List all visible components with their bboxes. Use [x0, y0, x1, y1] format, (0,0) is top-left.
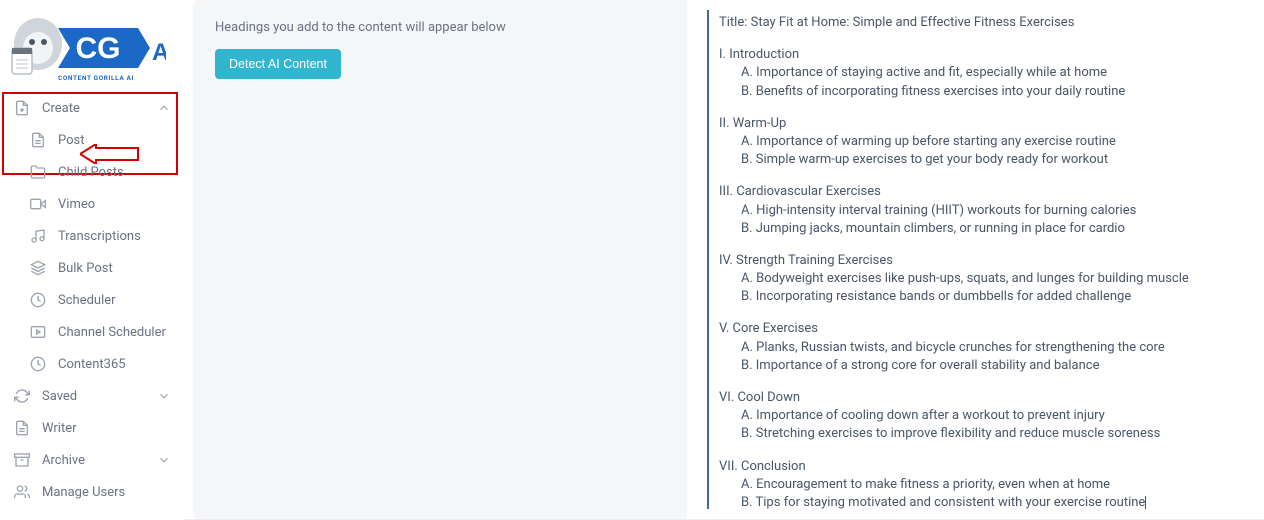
sidebar-item-label: Transcriptions: [58, 229, 171, 244]
sidebar-item-label: Post: [58, 133, 171, 148]
document-icon: [14, 420, 30, 436]
nav-archive[interactable]: Archive: [0, 444, 185, 476]
outline-section: IV. Strength Training ExercisesA. Bodywe…: [719, 252, 1252, 307]
text-cursor: [1145, 496, 1146, 510]
logo: CG AI CONTENT GORILLA AI: [0, 4, 185, 92]
svg-text:AI: AI: [152, 39, 166, 66]
outline-section: V. Core ExercisesA. Planks, Russian twis…: [719, 320, 1252, 375]
outline-section-heading: IV. Strength Training Exercises: [719, 252, 1252, 270]
nav-archive-label: Archive: [42, 453, 157, 468]
outline-section: VI. Cool DownA. Importance of cooling do…: [719, 389, 1252, 444]
chevron-up-icon: [157, 101, 171, 115]
sidebar-item-vimeo[interactable]: Vimeo: [0, 188, 185, 220]
outline-section-heading: I. Introduction: [719, 46, 1252, 64]
outline-subpoint: A. Bodyweight exercises like push-ups, s…: [719, 270, 1252, 288]
app-root: CG AI CONTENT GORILLA AI Create: [0, 0, 1264, 520]
outline-title: Title: Stay Fit at Home: Simple and Effe…: [719, 14, 1252, 32]
outline-section-heading: VI. Cool Down: [719, 389, 1252, 407]
detect-ai-content-button[interactable]: Detect AI Content: [215, 49, 341, 79]
document-icon: [30, 132, 46, 148]
outline-section: II. Warm-UpA. Importance of warming up b…: [719, 115, 1252, 170]
sidebar-item-scheduler[interactable]: Scheduler: [0, 284, 185, 316]
main: Headings you add to the content will app…: [185, 0, 1264, 520]
layers-icon: [30, 260, 46, 276]
nav-create[interactable]: Create: [0, 92, 185, 124]
sidebar-item-label: Child Posts: [58, 165, 171, 180]
sidebar-item-child-posts[interactable]: Child Posts: [0, 156, 185, 188]
svg-text:CG: CG: [76, 32, 121, 65]
sidebar-item-content365[interactable]: Content365: [0, 348, 185, 380]
outline-subpoint: A. Importance of warming up before start…: [719, 133, 1252, 151]
nav-writer[interactable]: Writer: [0, 412, 185, 444]
headings-panel: Headings you add to the content will app…: [193, 0, 687, 519]
nav-section-create: Create Post Child Posts: [0, 92, 185, 380]
users-icon: [14, 484, 30, 500]
logo-svg: CG AI CONTENT GORILLA AI: [6, 8, 166, 90]
nav-saved[interactable]: Saved: [0, 380, 185, 412]
sidebar-item-post[interactable]: Post: [0, 124, 185, 156]
sidebar-item-label: Vimeo: [58, 197, 171, 212]
folder-icon: [30, 164, 46, 180]
sidebar-item-bulk-post[interactable]: Bulk Post: [0, 252, 185, 284]
sidebar-item-transcriptions[interactable]: Transcriptions: [0, 220, 185, 252]
outline-section: III. Cardiovascular ExercisesA. High-int…: [719, 183, 1252, 238]
outline-content: Title: Stay Fit at Home: Simple and Effe…: [707, 10, 1252, 509]
outline-panel: Title: Stay Fit at Home: Simple and Effe…: [687, 0, 1264, 519]
sidebar: CG AI CONTENT GORILLA AI Create: [0, 0, 185, 520]
sidebar-item-label: Scheduler: [58, 293, 171, 308]
music-note-icon: [30, 228, 46, 244]
outline-subpoint: A. Planks, Russian twists, and bicycle c…: [719, 339, 1252, 357]
nav-writer-label: Writer: [42, 421, 171, 436]
outline-subpoint: B. Stretching exercises to improve flexi…: [719, 425, 1252, 443]
video-icon: [30, 196, 46, 212]
nav-manage-users-label: Manage Users: [42, 485, 171, 500]
outline-section: VII. ConclusionA. Encouragement to make …: [719, 458, 1252, 509]
clock-icon: [30, 292, 46, 308]
outline-subpoint: B. Incorporating resistance bands or dum…: [719, 288, 1252, 306]
outline-subpoint: A. Importance of cooling down after a wo…: [719, 407, 1252, 425]
outline-subpoint: B. Simple warm-up exercises to get your …: [719, 151, 1252, 169]
play-square-icon: [30, 324, 46, 340]
sidebar-item-label: Channel Scheduler: [58, 325, 171, 340]
clock-icon: [30, 356, 46, 372]
nav-saved-label: Saved: [42, 389, 157, 404]
sidebar-item-label: Content365: [58, 357, 171, 372]
outline-section-heading: II. Warm-Up: [719, 115, 1252, 133]
outline-section-heading: VII. Conclusion: [719, 458, 1252, 476]
archive-icon: [14, 452, 30, 468]
svg-text:CONTENT GORILLA AI: CONTENT GORILLA AI: [58, 74, 134, 82]
outline-subpoint: B. Jumping jacks, mountain climbers, or …: [719, 220, 1252, 238]
nav-manage-users[interactable]: Manage Users: [0, 476, 185, 508]
refresh-icon: [14, 388, 30, 404]
sidebar-item-label: Bulk Post: [58, 261, 171, 276]
outline-subpoint: B. Tips for staying motivated and consis…: [719, 494, 1252, 509]
chevron-down-icon: [157, 389, 171, 403]
outline-subpoint: A. Encouragement to make fitness a prior…: [719, 476, 1252, 494]
outline-section-heading: V. Core Exercises: [719, 320, 1252, 338]
chevron-down-icon: [157, 453, 171, 467]
headings-hint: Headings you add to the content will app…: [215, 20, 665, 35]
outline-subpoint: A. High-intensity interval training (HII…: [719, 202, 1252, 220]
outline-section-heading: III. Cardiovascular Exercises: [719, 183, 1252, 201]
outline-subpoint: B. Importance of a strong core for overa…: [719, 357, 1252, 375]
nav-create-label: Create: [42, 101, 157, 116]
outline-subpoint: B. Benefits of incorporating fitness exe…: [719, 83, 1252, 101]
file-plus-icon: [14, 100, 30, 116]
outline-section: I. IntroductionA. Importance of staying …: [719, 46, 1252, 101]
outline-subpoint: A. Importance of staying active and fit,…: [719, 64, 1252, 82]
sidebar-item-channel-scheduler[interactable]: Channel Scheduler: [0, 316, 185, 348]
